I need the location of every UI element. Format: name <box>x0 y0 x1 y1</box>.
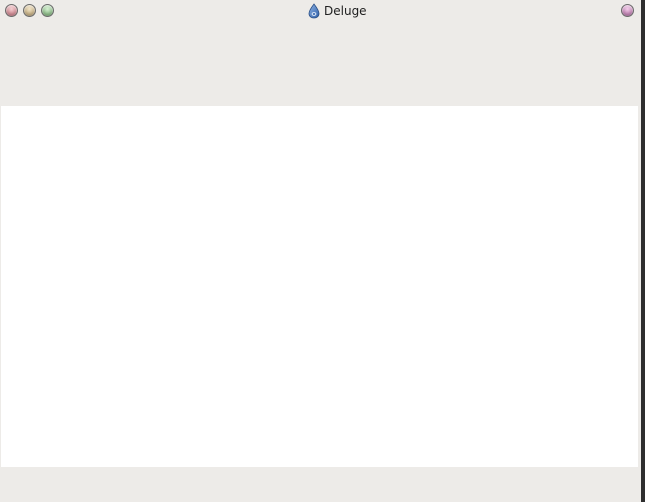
close-icon[interactable] <box>5 4 18 17</box>
window-title-text: Deluge <box>324 4 367 18</box>
torrent-list-view[interactable] <box>1 106 638 467</box>
deluge-window: Deluge <box>0 0 641 502</box>
status-bar <box>0 467 641 502</box>
deluge-drop-icon <box>308 3 320 19</box>
window-title: Deluge <box>308 2 367 20</box>
maximize-icon[interactable] <box>41 4 54 17</box>
desktop-background <box>641 0 645 502</box>
title-bar[interactable]: Deluge <box>0 0 641 22</box>
toolbar-area <box>0 22 641 106</box>
minimize-icon[interactable] <box>23 4 36 17</box>
window-menu-icon[interactable] <box>621 4 634 17</box>
